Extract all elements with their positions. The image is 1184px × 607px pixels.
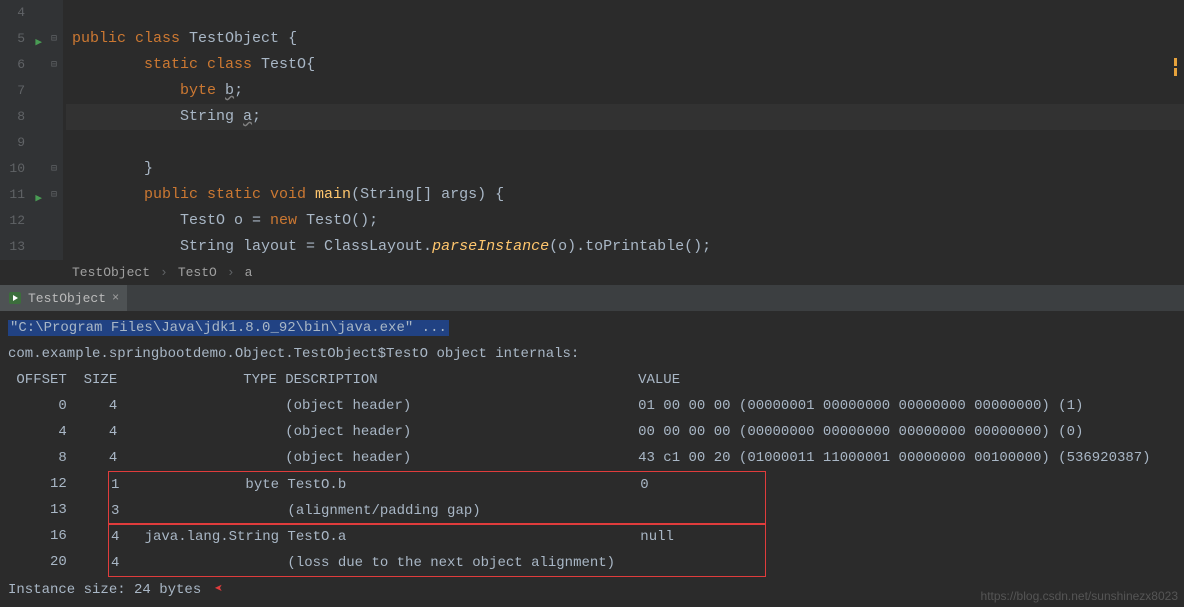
instance-size-label: Instance size: 24 bytes [8, 582, 201, 598]
console-columns: OFFSET SIZE TYPE DESCRIPTION VALUE [8, 367, 1176, 393]
error-stripe [1170, 56, 1180, 78]
line-number: 6 [0, 52, 45, 78]
fold-marker[interactable] [45, 104, 63, 130]
fold-marker[interactable]: ⊟ [45, 26, 63, 52]
console-line: 8 4 (object header) 43 c1 00 20 (0100001… [8, 445, 1176, 471]
line-number: 4 [0, 0, 45, 26]
line-number: 10 [0, 156, 45, 182]
fold-marker[interactable]: ⊟ [45, 182, 63, 208]
console-output[interactable]: "C:\Program Files\Java\jdk1.8.0_92\bin\j… [0, 311, 1184, 607]
code-line[interactable]: byte b; [66, 78, 1184, 104]
code-line[interactable]: public class TestObject { [66, 26, 1184, 52]
tab-label: TestObject [28, 291, 106, 306]
breadcrumb-item[interactable]: TestObject [72, 260, 150, 285]
console-offset: 13 [8, 497, 109, 523]
console-line: com.example.springbootdemo.Object.TestOb… [8, 341, 1176, 367]
fold-marker[interactable] [45, 208, 63, 234]
code-line[interactable]: String a; [66, 104, 1184, 130]
fold-marker[interactable] [45, 78, 63, 104]
code-line[interactable]: public static void main(String[] args) { [66, 182, 1184, 208]
chevron-right-icon: › [160, 260, 168, 285]
line-number: 13 [0, 234, 45, 260]
console-line: 0 4 (object header) 01 00 00 00 (0000000… [8, 393, 1176, 419]
code-editor[interactable]: 45▶67891011▶1213 ⊟⊟⊟⊟ public class TestO… [0, 0, 1184, 260]
highlighted-rows-1: 1 byte TestO.b 0 3 (alignment/padding ga… [108, 471, 766, 525]
console-line: 4 4 (object header) 00 00 00 00 (0000000… [8, 419, 1176, 445]
line-number: 8 [0, 104, 45, 130]
line-number-gutter: 45▶67891011▶1213 [0, 0, 45, 260]
fold-column: ⊟⊟⊟⊟ [45, 0, 63, 260]
fold-marker[interactable] [45, 234, 63, 260]
breadcrumb-item[interactable]: TestO [178, 260, 217, 285]
fold-marker[interactable] [45, 0, 63, 26]
console-offset: 20 [8, 549, 109, 575]
code-line[interactable]: } [66, 156, 1184, 182]
breadcrumb-item[interactable]: a [245, 260, 253, 285]
highlighted-rows-2: 4 java.lang.String TestO.a null 4 (loss … [108, 523, 766, 577]
code-line[interactable] [66, 0, 1184, 26]
code-line[interactable]: TestO o = new TestO(); [66, 208, 1184, 234]
fold-marker[interactable]: ⊟ [45, 52, 63, 78]
line-number: 11▶ [0, 182, 45, 208]
fold-marker[interactable] [45, 130, 63, 156]
arrow-annotation-icon: ➤ [214, 577, 222, 603]
run-config-icon [8, 291, 22, 305]
run-tab-bar: TestObject × [0, 285, 1184, 311]
console-offset: 12 [8, 471, 109, 497]
fold-marker[interactable]: ⊟ [45, 156, 63, 182]
code-line[interactable]: String layout = ClassLayout.parseInstanc… [66, 234, 1184, 260]
line-number: 9 [0, 130, 45, 156]
code-line[interactable]: static class TestO{ [66, 52, 1184, 78]
console-offset: 16 [8, 523, 109, 549]
code-line[interactable] [66, 130, 1184, 156]
tab-testobject[interactable]: TestObject × [0, 285, 127, 311]
chevron-right-icon: › [227, 260, 235, 285]
close-icon[interactable]: × [112, 291, 119, 305]
watermark: https://blog.csdn.net/sunshinezx8023 [981, 589, 1178, 603]
console-command: "C:\Program Files\Java\jdk1.8.0_92\bin\j… [8, 320, 449, 336]
line-number: 12 [0, 208, 45, 234]
breadcrumb[interactable]: TestObject › TestO › a [0, 260, 1184, 285]
line-number: 7 [0, 78, 45, 104]
line-number: 5▶ [0, 26, 45, 52]
